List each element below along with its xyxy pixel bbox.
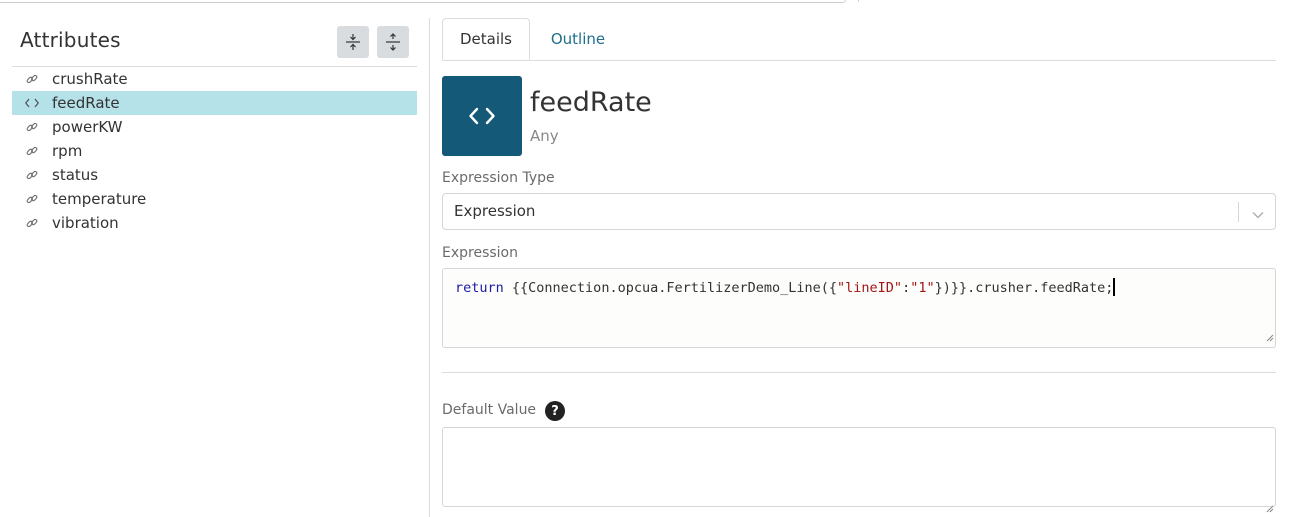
attributes-list: crushRate feedRate powerKW rpm status te…	[12, 67, 417, 235]
default-value-input[interactable]	[442, 427, 1276, 507]
resize-grip-icon[interactable]	[1266, 498, 1275, 516]
code-string-value: "1"	[910, 280, 935, 296]
attribute-item-temperature[interactable]: temperature	[12, 187, 417, 211]
expression-type-value: Expression	[454, 202, 536, 220]
pane-divider	[429, 18, 430, 517]
link-icon	[12, 193, 52, 205]
code-keyword: return	[455, 280, 504, 296]
code-text-suffix: })}}.crusher.feedRate;	[934, 280, 1114, 296]
tab-details[interactable]: Details	[442, 18, 530, 60]
attribute-type-icon-tile	[442, 76, 522, 156]
attribute-item-label: temperature	[52, 190, 147, 208]
chevron-down-icon[interactable]	[1251, 205, 1265, 224]
expression-label: Expression	[442, 245, 518, 261]
link-icon	[12, 121, 52, 133]
attribute-item-feedrate[interactable]: feedRate	[12, 91, 417, 115]
attribute-item-status[interactable]: status	[12, 163, 417, 187]
attribute-item-label: status	[52, 166, 99, 184]
attribute-item-rpm[interactable]: rpm	[12, 139, 417, 163]
attribute-item-label: vibration	[52, 214, 119, 232]
attribute-item-powerkw[interactable]: powerKW	[12, 115, 417, 139]
expression-type-select[interactable]: Expression	[442, 193, 1276, 230]
attribute-data-type: Any	[530, 127, 559, 145]
collapse-all-button[interactable]	[337, 26, 369, 58]
attributes-title: Attributes	[20, 28, 121, 52]
detail-tabs: Details Outline	[442, 18, 1276, 61]
section-divider	[442, 372, 1276, 373]
top-divider	[858, 0, 859, 2]
link-icon	[12, 73, 52, 85]
attribute-item-vibration[interactable]: vibration	[12, 211, 417, 235]
expression-type-label: Expression Type	[442, 170, 555, 186]
top-search-bar-edge	[0, 0, 846, 3]
default-value-label: Default Value	[442, 402, 537, 418]
attribute-item-label: feedRate	[52, 94, 120, 112]
expression-editor[interactable]: return {{Connection.opcua.FertilizerDemo…	[442, 268, 1276, 348]
attribute-item-label: powerKW	[52, 118, 123, 136]
attribute-name: feedRate	[530, 87, 652, 118]
code-icon	[12, 98, 52, 108]
help-icon[interactable]: ?	[545, 401, 565, 421]
tab-outline[interactable]: Outline	[534, 18, 622, 60]
link-icon	[12, 169, 52, 181]
select-separator	[1238, 202, 1239, 222]
resize-grip-icon[interactable]	[1266, 327, 1274, 346]
attributes-panel: Attributes crushRate feedRate powerKW rp…	[12, 18, 417, 517]
collapse-vertical-icon	[346, 34, 360, 50]
details-panel: Details Outline feedRate Any Expression …	[442, 18, 1276, 517]
link-icon	[12, 145, 52, 157]
code-string-key: "lineID"	[837, 280, 903, 296]
text-caret	[1113, 278, 1116, 296]
expand-vertical-icon	[386, 33, 400, 51]
attribute-item-label: crushRate	[52, 70, 128, 88]
code-icon	[469, 107, 495, 125]
attribute-item-crushrate[interactable]: crushRate	[12, 67, 417, 91]
expand-all-button[interactable]	[377, 26, 409, 58]
expression-code: return {{Connection.opcua.FertilizerDemo…	[455, 278, 1116, 296]
link-icon	[12, 217, 52, 229]
code-colon: :	[902, 280, 911, 296]
code-text: {{Connection.opcua.FertilizerDemo_Line({	[503, 280, 838, 296]
attribute-item-label: rpm	[52, 142, 83, 160]
